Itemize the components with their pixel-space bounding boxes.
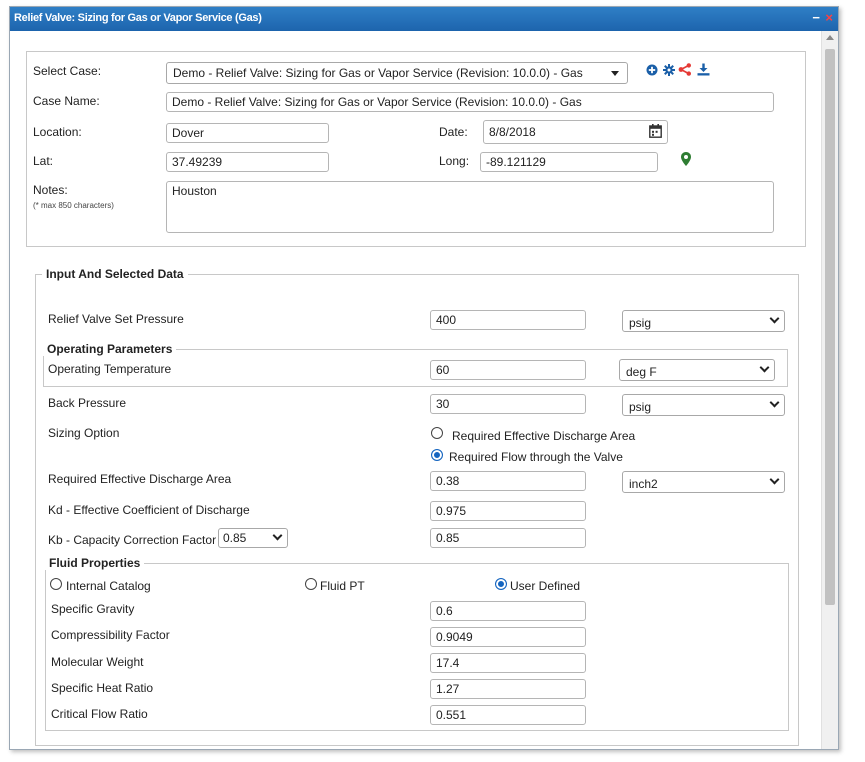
discharge-area-label: Required Effective Discharge Area xyxy=(48,472,232,486)
long-label: Long: xyxy=(439,154,470,168)
location-field[interactable]: Dover xyxy=(166,123,329,143)
back-pressure-unit-select[interactable]: psig xyxy=(622,394,785,416)
location-label: Location: xyxy=(33,125,82,139)
back-pressure-label: Back Pressure xyxy=(48,396,127,410)
lat-field[interactable]: 37.49239 xyxy=(166,152,329,172)
sizing-option-2-radio[interactable] xyxy=(431,449,443,461)
map-pin-icon[interactable] xyxy=(681,152,691,169)
sizing-option-1-label: Required Effective Discharge Area xyxy=(452,429,636,443)
fluid-properties-fieldset xyxy=(45,563,789,731)
chevron-down-icon xyxy=(769,474,780,485)
sizing-option-2-label: Required Flow through the Valve xyxy=(449,450,623,464)
case-name-field[interactable]: Demo - Relief Valve: Sizing for Gas or V… xyxy=(166,92,774,112)
minimize-button[interactable]: − xyxy=(812,10,820,25)
z-field[interactable]: 0.9049 xyxy=(430,627,586,647)
add-icon[interactable] xyxy=(646,64,658,79)
scroll-up-icon[interactable] xyxy=(826,35,834,40)
title-bar[interactable]: Relief Valve: Sizing for Gas or Vapor Se… xyxy=(10,7,838,31)
set-pressure-field[interactable]: 400 xyxy=(430,310,586,330)
calendar-icon[interactable] xyxy=(649,124,662,141)
back-pressure-field[interactable]: 30 xyxy=(430,394,586,414)
fluid-pt-label: Fluid PT xyxy=(320,579,365,593)
kb-select[interactable]: 0.85 xyxy=(218,528,288,548)
case-info-panel: Select Case: Demo - Relief Valve: Sizing… xyxy=(26,51,806,247)
kb-label: Kb - Capacity Correction Factor xyxy=(48,533,217,547)
op-temp-unit: deg F xyxy=(626,365,657,379)
operating-params-legend: Operating Parameters xyxy=(43,342,177,356)
discharge-area-field[interactable]: 0.38 xyxy=(430,471,586,491)
dialog-content: Select Case: Demo - Relief Valve: Sizing… xyxy=(10,31,822,749)
scrollbar-thumb[interactable] xyxy=(825,49,835,605)
dialog-window: Relief Valve: Sizing for Gas or Vapor Se… xyxy=(9,6,839,750)
sg-label: Specific Gravity xyxy=(51,602,135,616)
date-value: 8/8/2018 xyxy=(489,125,536,139)
op-temp-unit-select[interactable]: deg F xyxy=(619,359,775,381)
kd-field[interactable]: 0.975 xyxy=(430,501,586,521)
gear-icon[interactable] xyxy=(663,64,675,79)
mw-label: Molecular Weight xyxy=(51,655,144,669)
chevron-down-icon xyxy=(769,313,780,324)
fluid-properties-legend: Fluid Properties xyxy=(45,556,145,570)
kd-label: Kd - Effective Coefficient of Discharge xyxy=(48,503,250,517)
lat-label: Lat: xyxy=(33,154,54,168)
back-pressure-unit: psig xyxy=(629,400,652,414)
internal-catalog-label: Internal Catalog xyxy=(66,579,151,593)
user-defined-label: User Defined xyxy=(510,579,581,593)
sizing-option-1-radio[interactable] xyxy=(431,427,443,439)
op-temp-field[interactable]: 60 xyxy=(430,360,586,380)
notes-hint: (* max 850 characters) xyxy=(33,201,114,210)
discharge-area-unit-select[interactable]: inch2 xyxy=(622,471,785,493)
set-pressure-unit: psig xyxy=(629,316,652,330)
set-pressure-unit-select[interactable]: psig xyxy=(622,310,785,332)
date-label: Date: xyxy=(439,125,468,139)
kb-select-value: 0.85 xyxy=(223,531,247,545)
close-button[interactable]: × xyxy=(825,10,833,25)
select-case-dropdown[interactable]: Demo - Relief Valve: Sizing for Gas or V… xyxy=(166,62,628,84)
mw-field[interactable]: 17.4 xyxy=(430,653,586,673)
sizing-option-label: Sizing Option xyxy=(48,426,120,440)
chevron-down-icon xyxy=(769,397,780,408)
sg-field[interactable]: 0.6 xyxy=(430,601,586,621)
notes-textarea[interactable]: Houston xyxy=(166,181,774,233)
chevron-down-icon xyxy=(759,362,770,373)
op-temp-label: Operating Temperature xyxy=(48,362,172,376)
long-field[interactable]: -89.121129 xyxy=(480,152,658,172)
vertical-scrollbar[interactable] xyxy=(821,31,838,749)
date-field[interactable]: 8/8/2018 xyxy=(483,120,668,144)
internal-catalog-radio[interactable] xyxy=(50,578,62,590)
fluid-pt-radio[interactable] xyxy=(305,578,317,590)
z-label: Compressibility Factor xyxy=(51,628,170,642)
discharge-area-unit: inch2 xyxy=(629,477,658,491)
chevron-down-icon xyxy=(611,71,619,76)
select-case-value: Demo - Relief Valve: Sizing for Gas or V… xyxy=(173,66,583,80)
cfr-field[interactable]: 0.551 xyxy=(430,705,586,725)
share-icon[interactable] xyxy=(678,63,692,79)
kb-field[interactable]: 0.85 xyxy=(430,528,586,548)
input-data-legend: Input And Selected Data xyxy=(42,267,188,281)
case-name-label: Case Name: xyxy=(33,94,100,108)
set-pressure-label: Relief Valve Set Pressure xyxy=(48,312,184,326)
k-field[interactable]: 1.27 xyxy=(430,679,586,699)
cfr-label: Critical Flow Ratio xyxy=(51,707,148,721)
notes-label: Notes: xyxy=(33,183,68,197)
download-icon[interactable] xyxy=(697,63,710,79)
window-title: Relief Valve: Sizing for Gas or Vapor Se… xyxy=(14,12,262,24)
k-label: Specific Heat Ratio xyxy=(51,681,154,695)
user-defined-radio[interactable] xyxy=(495,578,507,590)
select-case-label: Select Case: xyxy=(33,64,102,78)
chevron-down-icon xyxy=(272,530,283,541)
